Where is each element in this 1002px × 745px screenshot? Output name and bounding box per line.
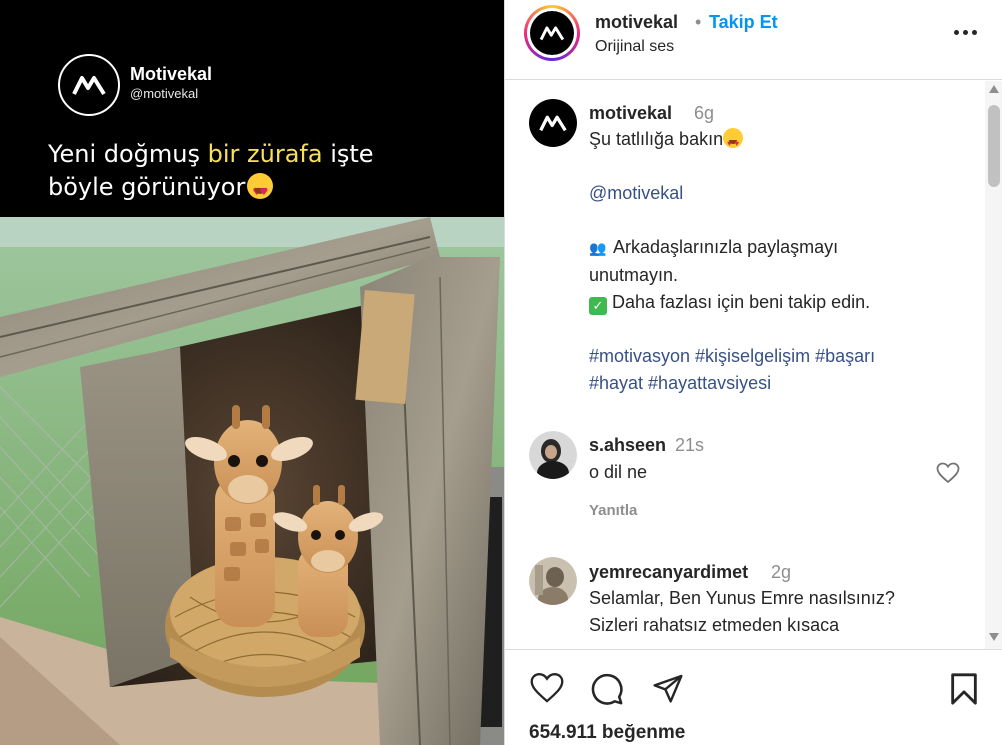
- heart-eyes-emoji-icon: [247, 173, 274, 209]
- likes-count[interactable]: 654.911 beğenme: [529, 722, 685, 744]
- scrollbar-thumb[interactable]: [988, 105, 1000, 187]
- watermark-handle: @motivekal: [130, 86, 199, 101]
- comment-text: Selamlar, Ben Yunus Emre nasılsınız? Siz…: [589, 585, 979, 639]
- caption-mention-link[interactable]: @motivekal: [589, 183, 683, 203]
- comment-bubble-icon[interactable]: [589, 672, 625, 706]
- share-paper-plane-icon[interactable]: [651, 672, 685, 704]
- more-dot-icon: [962, 29, 968, 35]
- header-username[interactable]: motivekal: [595, 12, 678, 33]
- headline-highlight: bir zürafa: [207, 140, 323, 168]
- like-heart-icon[interactable]: [529, 672, 565, 704]
- caption-hashtags-line1[interactable]: #motivasyon #kişiselgelişim #başarı: [589, 346, 875, 366]
- watermark-logo: [58, 54, 120, 116]
- giraffe-photo: [0, 217, 504, 745]
- video-headline: Yeni doğmuş bir zürafa işte böyle görünü…: [48, 138, 488, 209]
- heart-eyes-emoji-icon: [723, 128, 744, 157]
- motivekal-logo-icon: [539, 26, 565, 41]
- comment-avatar[interactable]: [529, 431, 577, 479]
- comment-username[interactable]: s.ahseen: [589, 435, 666, 456]
- caption-time: 6g: [694, 103, 715, 123]
- comments-scrollbar[interactable]: [985, 81, 1002, 649]
- caption-share-line1: Arkadaşlarınızla paylaşmayı: [613, 237, 839, 257]
- caption-text: Şu tatlılığa bakın @motivekal 👥 Arkadaşl…: [589, 126, 969, 397]
- comment-avatar[interactable]: [529, 557, 577, 605]
- comments-list: motivekal 6g Şu tatlılığa bakın @motivek…: [505, 81, 985, 649]
- motivekal-avatar: [530, 11, 574, 55]
- scroll-up-arrow-icon[interactable]: [989, 85, 999, 93]
- caption-share-line2: unutmayın.: [589, 265, 679, 285]
- watermark-name: Motivekal: [130, 64, 213, 84]
- follow-button[interactable]: Takip Et: [709, 12, 778, 33]
- more-dot-icon: [971, 29, 977, 35]
- post-header: motivekal • Takip Et Orijinal ses: [505, 0, 1002, 80]
- reply-button[interactable]: Yanıtla: [589, 502, 637, 519]
- comment-text-line1: Selamlar, Ben Yunus Emre nasılsınız?: [589, 588, 895, 608]
- comment-time: 21s: [675, 435, 705, 455]
- header-avatar[interactable]: [524, 5, 580, 61]
- people-emoji-icon: 👥: [589, 240, 607, 256]
- comment-time: 2g: [771, 562, 792, 582]
- headline-part2: işte: [322, 140, 374, 168]
- caption-line1: Şu tatlılığa bakın: [589, 129, 724, 149]
- save-bookmark-icon[interactable]: [949, 672, 979, 706]
- caption-hashtags-line2[interactable]: #hayat #hayattavsiyesi: [589, 373, 771, 393]
- comment-text-line2: Sizleri rahatsız etmeden kısaca: [589, 615, 840, 635]
- post-details-panel: motivekal • Takip Et Orijinal ses motive…: [504, 0, 1002, 745]
- check-mark-emoji-icon: ✓: [589, 297, 607, 315]
- caption-username[interactable]: motivekal: [589, 103, 672, 124]
- caption-follow-line: Daha fazlası için beni takip edin.: [612, 292, 871, 312]
- comment-text: o dil ne: [589, 462, 648, 482]
- motivekal-logo-icon: [72, 76, 106, 96]
- like-comment-heart-icon[interactable]: [936, 462, 960, 484]
- more-options-button[interactable]: [949, 18, 981, 46]
- post-actions: 654.911 beğenme: [505, 649, 1002, 745]
- caption-avatar[interactable]: [529, 99, 577, 147]
- headline-line2: böyle görünüyor: [48, 173, 246, 201]
- headline-part1: Yeni doğmuş: [48, 140, 208, 168]
- more-dot-icon: [953, 29, 959, 35]
- scroll-down-arrow-icon[interactable]: [989, 633, 999, 641]
- post-media[interactable]: Motivekal @motivekal Yeni doğmuş bir zür…: [0, 0, 504, 745]
- comment-username[interactable]: yemrecanyardimet: [589, 562, 748, 583]
- motivekal-logo-icon: [539, 115, 567, 132]
- header-separator: •: [695, 12, 702, 32]
- audio-label[interactable]: Orijinal ses: [595, 38, 674, 56]
- media-caption-overlay: Motivekal @motivekal Yeni doğmuş bir zür…: [0, 0, 504, 217]
